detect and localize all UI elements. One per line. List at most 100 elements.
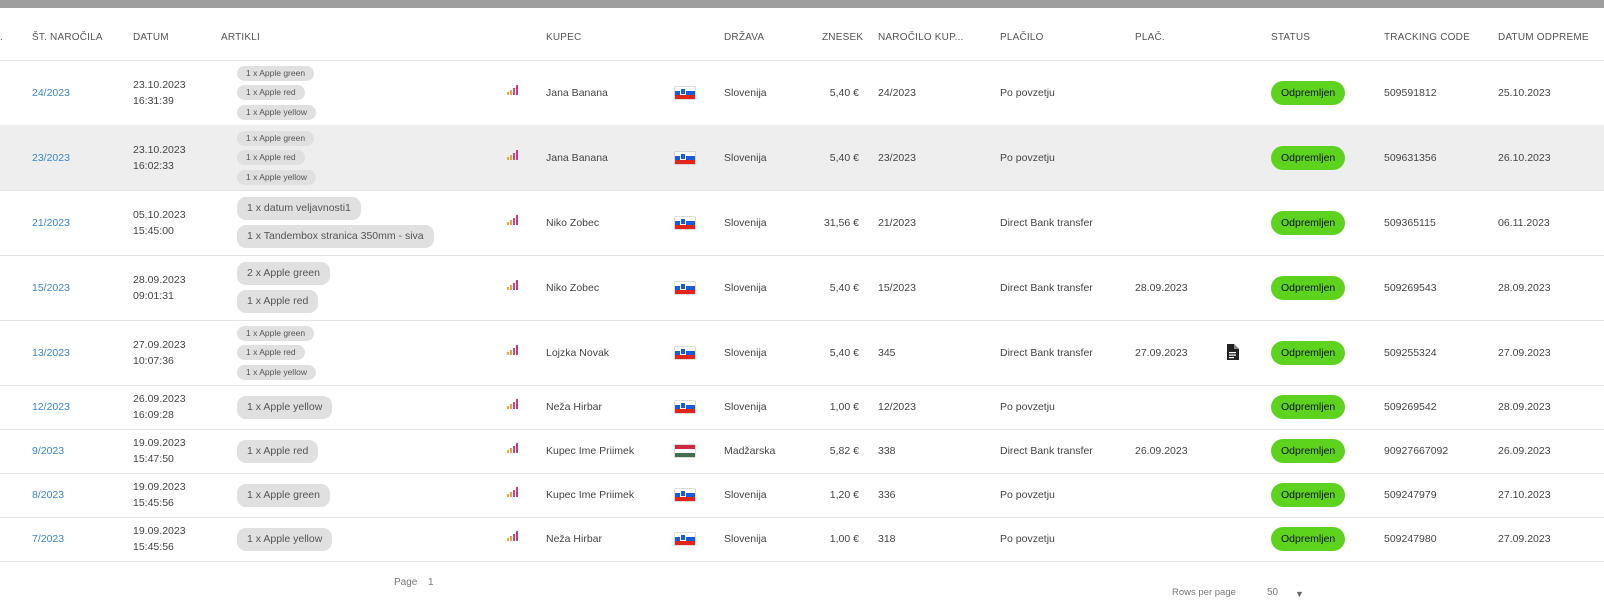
ship-date: 26.10.2023 [1498,151,1551,164]
signal-bars-icon[interactable] [507,84,519,95]
status-badge[interactable]: Odpremljen [1271,340,1346,365]
order-amount: 5,82 € [829,445,859,457]
signal-bars-icon[interactable] [507,487,519,497]
status-badge[interactable]: Odpremljen [1271,275,1346,300]
buyer-order-number: 24/2023 [878,86,916,99]
paid-date: 27.09.2023 [1135,346,1188,359]
order-number-link[interactable]: 9/2023 [32,445,64,457]
payment-method: Direct Bank transfer [1000,346,1093,359]
header-payment[interactable]: PLAČILO [1000,32,1044,43]
status-badge[interactable]: Odpremljen [1271,439,1346,463]
header-date[interactable]: DATUM [133,32,169,43]
header-ship-date[interactable]: DATUM ODPREME [1498,32,1589,43]
status-badge[interactable]: Odpremljen [1271,210,1346,235]
items-list: 1 x datum veljavnosti1 1 x Tandembox stra… [237,197,434,253]
slovenia-flag-icon [675,86,695,99]
top-bar [0,0,1604,8]
order-time: 15:45:00 [133,224,174,237]
table-row[interactable]: 8/2023 19.09.2023 15:45:56 1 x Apple green K… [0,473,1604,518]
status-badge[interactable]: Odpremljen [1271,395,1346,419]
status-badge[interactable]: Odpremljen [1271,145,1346,170]
signal-bars-icon[interactable] [507,344,519,355]
tracking-code: 509365115 [1384,216,1436,229]
table-row[interactable]: 12/2023 26.09.2023 16:09:28 1 x Apple yello… [0,385,1604,430]
header-buyer-order[interactable]: NAROČILO KUP... [878,32,964,43]
order-date: 19.09.2023 [133,525,186,537]
table-row[interactable]: 23/2023 23.10.2023 16:02:33 1 x Apple green… [0,125,1604,191]
signal-bars-icon[interactable] [507,149,519,160]
chevron-down-icon[interactable]: ▼ [1295,589,1304,599]
header-amount[interactable]: ZNESEK [822,32,863,43]
tracking-code: 509247979 [1384,489,1437,501]
buyer-order-number: 15/2023 [878,281,916,294]
order-amount: 5,40 € [829,151,859,164]
order-time: 16:02:33 [133,159,174,172]
order-amount: 31,56 € [823,216,859,229]
table-row[interactable]: 7/2023 19.09.2023 15:45:56 1 x Apple yellow… [0,517,1604,562]
buyer-name: Niko Zobec [546,281,600,294]
order-time: 15:45:56 [133,497,174,509]
paid-date: 28.09.2023 [1135,281,1188,294]
order-time: 10:07:36 [133,354,174,367]
item-chip: 1 x Apple red [237,290,319,313]
order-number-link[interactable]: 12/2023 [32,401,70,413]
buyer-name: Niko Zobec [546,216,600,229]
payment-method: Po povzetju [1000,401,1055,413]
order-number-link[interactable]: 15/2023 [32,282,70,294]
order-number-link[interactable]: 13/2023 [32,347,70,359]
order-time: 16:09:28 [133,409,174,421]
header-cutoff: . [0,32,3,43]
slovenia-flag-icon [675,346,695,359]
rows-per-page-label: Rows per page [1172,587,1236,598]
items-list: 1 x Apple green [237,483,330,512]
ship-date: 26.09.2023 [1498,445,1551,457]
status-badge[interactable]: Odpremljen [1271,483,1346,507]
order-number-link[interactable]: 8/2023 [32,489,64,501]
status-badge[interactable]: Odpremljen [1271,80,1346,105]
signal-bars-icon[interactable] [507,531,519,541]
order-date: 27.09.2023 [133,338,186,351]
page-number[interactable]: 1 [428,577,434,588]
order-time: 16:31:39 [133,94,174,107]
payment-method: Po povzetju [1000,151,1055,164]
table-row[interactable]: 15/2023 28.09.2023 09:01:31 2 x Apple green… [0,255,1604,321]
item-chip: 1 x Apple green [237,325,315,341]
header-country[interactable]: DRŽAVA [724,32,764,43]
item-chip: 1 x Apple red [237,345,305,360]
order-number-link[interactable]: 24/2023 [32,87,70,99]
header-order-no[interactable]: ŠT. NAROČILA [32,32,103,43]
document-icon[interactable] [1226,343,1239,365]
item-chip: 1 x Apple yellow [237,364,316,380]
hungary-flag-icon [675,445,695,457]
header-tracking-code[interactable]: TRACKING CODE [1384,32,1470,43]
signal-bars-icon[interactable] [507,279,519,290]
tracking-code: 509247980 [1384,533,1437,545]
item-chip: 1 x Apple green [237,130,315,146]
signal-bars-icon[interactable] [507,399,519,409]
order-amount: 1,20 € [829,489,859,501]
item-chip: 1 x Apple red [237,439,319,463]
slovenia-flag-icon [675,533,695,545]
header-status[interactable]: STATUS [1271,32,1310,43]
item-chip: 1 x Apple green [237,65,315,81]
header-items[interactable]: ARTIKLI [221,32,260,43]
header-buyer[interactable]: KUPEC [546,32,581,43]
order-number-link[interactable]: 23/2023 [32,152,70,164]
slovenia-flag-icon [675,401,695,413]
table-row[interactable]: 9/2023 19.09.2023 15:47:50 1 x Apple red Kup… [0,429,1604,474]
signal-bars-icon[interactable] [507,443,519,453]
table-row[interactable]: 24/2023 23.10.2023 16:31:39 1 x Apple green… [0,60,1604,126]
order-number-link[interactable]: 21/2023 [32,217,70,229]
item-chip: 1 x Apple yellow [237,104,316,120]
table-row[interactable]: 21/2023 05.10.2023 15:45:00 1 x datum velja… [0,190,1604,256]
rows-per-page-select[interactable]: 50 [1267,587,1278,598]
items-list: 1 x Apple green 1 x Apple red 1 x Apple ye… [237,130,316,190]
table-row[interactable]: 13/2023 27.09.2023 10:07:36 1 x Apple green… [0,320,1604,386]
signal-bars-icon[interactable] [507,214,519,225]
order-date: 26.09.2023 [133,393,186,405]
order-number-link[interactable]: 7/2023 [32,533,64,545]
status-badge[interactable]: Odpremljen [1271,527,1346,551]
ship-date: 28.09.2023 [1498,281,1551,294]
tracking-code: 509269542 [1384,401,1437,413]
header-paid[interactable]: PLAČ. [1135,32,1165,43]
